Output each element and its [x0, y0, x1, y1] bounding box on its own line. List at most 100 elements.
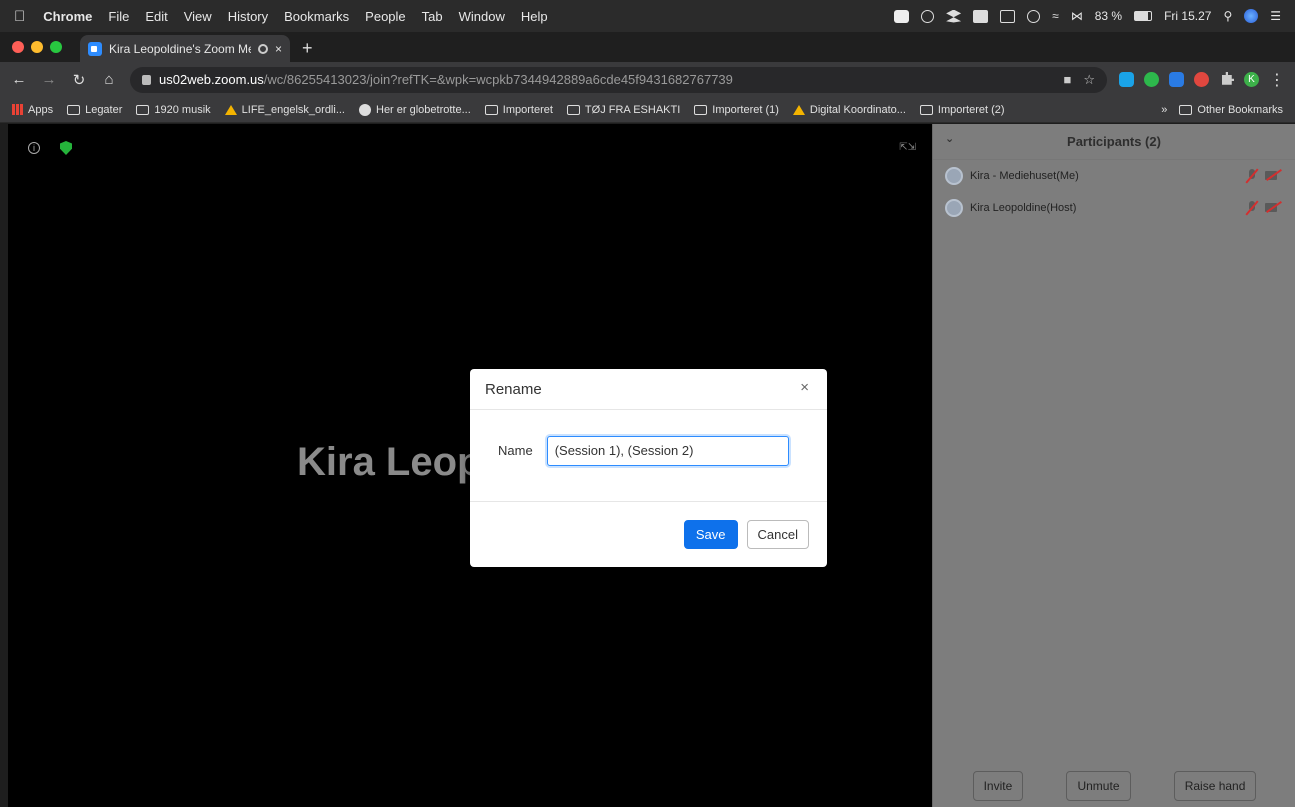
- active-speaker-name: Kira Leopoldine: [297, 440, 497, 484]
- profile-avatar[interactable]: K: [1244, 72, 1259, 87]
- forward-arrow-icon[interactable]: →: [40, 71, 58, 88]
- raise-hand-button[interactable]: Raise hand: [1173, 771, 1257, 801]
- meeting-info-icon[interactable]: i: [28, 142, 40, 154]
- menu-edit[interactable]: Edit: [145, 9, 167, 24]
- dropbox-icon[interactable]: [946, 9, 962, 23]
- notification-center-icon[interactable]: ☰: [1270, 9, 1281, 23]
- menu-people[interactable]: People: [365, 9, 405, 24]
- menu-window[interactable]: Window: [459, 9, 505, 24]
- bookmark-legater[interactable]: Legater: [67, 104, 122, 116]
- dialog-body: Name: [470, 410, 827, 502]
- bookmarks-overflow-button[interactable]: »: [1161, 104, 1167, 116]
- calendar-extension-icon[interactable]: [1169, 72, 1184, 87]
- bookmark-importeret-1[interactable]: Importeret (1): [694, 104, 779, 116]
- menu-view[interactable]: View: [184, 9, 212, 24]
- participant-name: Kira - Mediehuset(Me): [970, 170, 1079, 182]
- bookmarks-bar: Apps Legater 1920 musik LIFE_engelsk_ord…: [0, 97, 1295, 123]
- battery-percent[interactable]: 83 %: [1095, 9, 1122, 23]
- encryption-shield-icon[interactable]: [60, 141, 72, 155]
- spotlight-search-icon[interactable]: ⚲: [1223, 9, 1232, 23]
- wifi-icon[interactable]: ≈: [1052, 9, 1059, 23]
- vpn-icon[interactable]: [921, 9, 935, 23]
- zoom-status-icon[interactable]: [894, 9, 910, 23]
- airplay-icon[interactable]: [1000, 9, 1016, 23]
- avatar: [945, 167, 963, 185]
- dialog-header: Rename ×: [470, 369, 827, 410]
- siri-icon[interactable]: [1244, 9, 1259, 23]
- minimize-window-button[interactable]: [31, 41, 43, 53]
- reload-icon[interactable]: ↻: [70, 71, 88, 89]
- bookmark-star-icon[interactable]: ☆: [1083, 72, 1095, 88]
- bookmark-globetrotter[interactable]: Her er globetrotte...: [359, 103, 471, 116]
- back-arrow-icon[interactable]: ←: [10, 71, 28, 88]
- tab-zoom-meeting[interactable]: Kira Leopoldine's Zoom Me ×: [80, 35, 290, 62]
- bookmark-label: LIFE_engelsk_ordli...: [241, 103, 345, 116]
- bookmark-label: Legater: [85, 103, 123, 116]
- participants-header: ⌄ Participants (2): [933, 124, 1295, 160]
- menu-help[interactable]: Help: [521, 9, 548, 24]
- camera-in-use-icon[interactable]: ■: [1063, 72, 1071, 88]
- lock-icon[interactable]: [142, 74, 151, 85]
- folder-icon: [694, 104, 708, 115]
- bookmark-importeret[interactable]: Importeret: [484, 104, 553, 116]
- zoom-window-button[interactable]: [50, 41, 62, 53]
- close-window-button[interactable]: [12, 41, 24, 53]
- menu-file[interactable]: File: [108, 9, 129, 24]
- new-tab-button[interactable]: +: [302, 35, 313, 62]
- name-input[interactable]: [546, 435, 789, 466]
- apple-icon[interactable]: : [14, 8, 25, 25]
- bookmark-other[interactable]: Other Bookmarks: [1179, 104, 1283, 116]
- tab-close-icon[interactable]: ×: [275, 42, 282, 56]
- chrome-menu-icon[interactable]: ⋮: [1269, 70, 1285, 90]
- folder-icon: [566, 104, 580, 115]
- chevron-down-icon[interactable]: ⌄: [945, 132, 954, 145]
- url-path: /wc/86255413023/join?refTK=&wpk=wcpkb734…: [263, 72, 733, 87]
- clock[interactable]: Fri 15.27: [1164, 9, 1211, 23]
- bluetooth-status-icon[interactable]: [973, 9, 989, 23]
- unmute-button[interactable]: Unmute: [1066, 771, 1131, 801]
- bookmark-life-engelsk[interactable]: LIFE_engelsk_ordli...: [224, 103, 345, 116]
- bookmark-apps[interactable]: Apps: [12, 104, 53, 116]
- bookmark-label: 1920 musik: [154, 103, 211, 116]
- url-host: us02web.zoom.us: [159, 72, 264, 87]
- bookmark-label: TØJ FRA ESHAKTI: [584, 103, 681, 116]
- menu-status-area: ≈ ⋈ 83 % Fri 15.27 ⚲ ☰: [894, 9, 1281, 23]
- check-extension-icon[interactable]: [1144, 72, 1159, 87]
- mic-muted-icon: [1245, 168, 1259, 184]
- participant-row[interactable]: Kira - Mediehuset(Me): [933, 160, 1295, 192]
- menu-history[interactable]: History: [228, 9, 268, 24]
- window-controls: [12, 32, 62, 62]
- puzzle-extensions-icon[interactable]: [1222, 72, 1234, 85]
- folder-icon: [484, 104, 498, 115]
- folder-icon: [67, 104, 81, 115]
- avatar: [945, 199, 963, 217]
- fullscreen-icon[interactable]: ⇱⇲: [899, 142, 916, 153]
- folder-icon: [1179, 104, 1193, 115]
- badge-extension-icon[interactable]: [1194, 72, 1209, 87]
- participants-panel: ⌄ Participants (2) Kira - Mediehuset(Me)…: [932, 124, 1295, 807]
- menu-tab[interactable]: Tab: [422, 9, 443, 24]
- folder-icon: [919, 104, 933, 115]
- mic-muted-icon: [1245, 200, 1259, 216]
- participants-title: Participants (2): [1067, 134, 1161, 149]
- bookmark-1920-musik[interactable]: 1920 musik: [136, 103, 211, 116]
- cloud-extension-icon[interactable]: [1119, 72, 1134, 87]
- time-machine-icon[interactable]: [1027, 9, 1041, 23]
- address-bar[interactable]: us02web.zoom.us/wc/86255413023/join?refT…: [130, 66, 1107, 93]
- invite-button[interactable]: Invite: [972, 771, 1024, 801]
- bookmark-toj-fra-eshakti[interactable]: TØJ FRA ESHAKTI: [566, 103, 681, 116]
- video-off-icon: [1265, 168, 1283, 182]
- menu-app-name[interactable]: Chrome: [43, 9, 92, 24]
- home-icon[interactable]: ⌂: [100, 71, 118, 88]
- bookmark-importeret-2[interactable]: Importeret (2): [919, 104, 1005, 116]
- bookmark-label: Her er globetrotte...: [376, 103, 471, 116]
- bookmark-digital-koordinator[interactable]: Digital Koordinato...: [792, 104, 906, 116]
- cancel-button[interactable]: Cancel: [746, 519, 809, 549]
- apps-grid-icon: [12, 104, 23, 115]
- participant-row[interactable]: Kira Leopoldine(Host): [933, 192, 1295, 224]
- close-icon[interactable]: ×: [800, 379, 809, 396]
- battery-icon[interactable]: [1134, 11, 1153, 21]
- menu-bookmarks[interactable]: Bookmarks: [284, 9, 349, 24]
- save-button[interactable]: Save: [683, 519, 738, 549]
- bluetooth-icon[interactable]: ⋈: [1071, 9, 1083, 23]
